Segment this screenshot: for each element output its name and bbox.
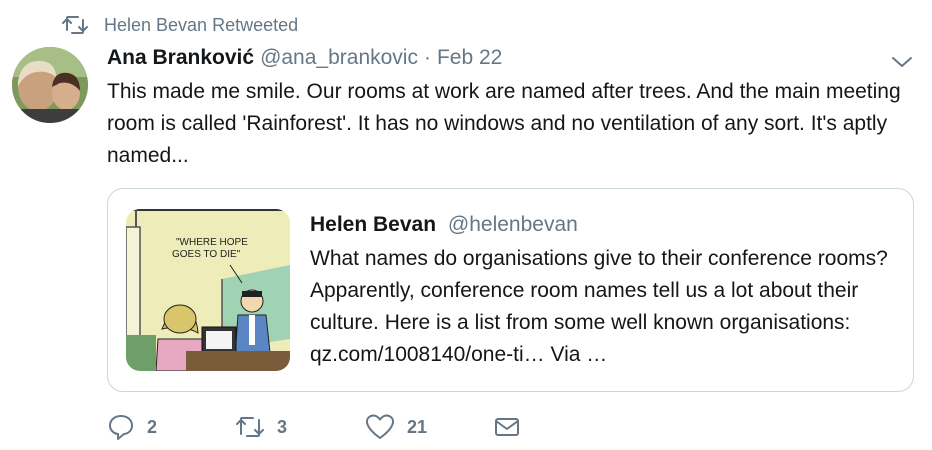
retweet-count: 3 [277,416,288,437]
reply-count: 2 [147,416,158,437]
tweet-header: Ana Branković @ana_brankovic · Feb 22 [107,46,502,76]
quoted-tweet-image[interactable]: "WHERE HOPE GOES TO DIE" [126,209,290,371]
quoted-author-name[interactable]: Helen Bevan [310,213,436,236]
retweet-context: Helen Bevan Retweeted [62,12,298,38]
retweet-icon [236,417,264,437]
like-count: 21 [407,416,428,437]
author-handle[interactable]: @ana_brankovic [260,46,418,70]
avatar-image [12,47,88,123]
like-button[interactable]: 21 [365,410,427,444]
tweet-date[interactable]: Feb 22 [437,46,502,70]
envelope-icon [495,418,519,436]
comic-caption-line1: "WHERE HOPE [176,237,248,248]
reply-icon [109,415,133,440]
author-name[interactable]: Ana Branković [107,46,254,70]
avatar[interactable] [12,47,88,123]
chevron-down-icon[interactable] [890,52,914,72]
quoted-author-handle[interactable]: @helenbevan [448,213,578,236]
retweet-icon [62,16,88,34]
reply-button[interactable]: 2 [107,410,157,444]
tweet-text: This made me smile. Our rooms at work ar… [107,80,901,167]
retweet-context-text[interactable]: Helen Bevan Retweeted [104,15,298,36]
comic-image: "WHERE HOPE GOES TO DIE" [126,209,290,371]
direct-message-button[interactable] [493,410,521,444]
quoted-tweet-card[interactable]: "WHERE HOPE GOES TO DIE" Helen Bevan @he… [107,188,914,392]
quoted-tweet-text: What names do organisations give to thei… [310,247,888,366]
retweet-button[interactable]: 3 [235,410,287,444]
quoted-tweet-header: Helen Bevan @helenbevan [310,213,578,237]
heart-icon [366,414,394,439]
tweet-actions: 2 3 21 [107,410,547,444]
header-separator: · [423,46,431,69]
comic-caption-line2: GOES TO DIE" [172,249,241,260]
